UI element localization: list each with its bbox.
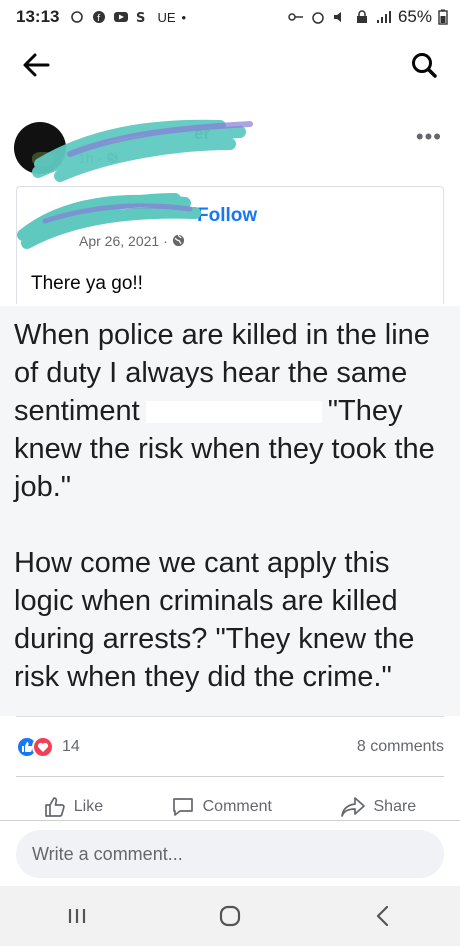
- comments-count[interactable]: 8 comments: [357, 738, 444, 756]
- divider: [16, 776, 444, 777]
- dot-icon: •: [181, 9, 187, 25]
- post-meta: 1h ·: [78, 150, 119, 166]
- post-header: er 1h · •••: [0, 110, 460, 182]
- redaction-block: [145, 401, 322, 424]
- comment-button[interactable]: Comment: [171, 796, 272, 818]
- redaction-scribble: [32, 119, 253, 182]
- back-nav-button[interactable]: [363, 896, 403, 936]
- post-time: 1h: [78, 150, 94, 166]
- like-button[interactable]: Like: [44, 796, 103, 818]
- chevron-left-icon: [377, 905, 389, 927]
- status-right-icons: 65%: [288, 7, 448, 27]
- divider: [0, 820, 460, 821]
- lock-icon: [356, 10, 367, 23]
- share-label: Share: [373, 798, 417, 815]
- carrier-tag: UE: [157, 9, 176, 25]
- quote-paragraph-2: How come we cant apply this logic when c…: [14, 547, 415, 693]
- heart-icon: [32, 736, 54, 758]
- like-label: Like: [73, 798, 104, 815]
- comment-input[interactable]: Write a comment...: [16, 830, 444, 878]
- comment-placeholder: Write a comment...: [32, 843, 183, 864]
- comment-icon: [172, 798, 193, 816]
- facebook-icon: f: [93, 11, 106, 24]
- youtube-icon: [114, 12, 129, 22]
- shared-post-text: There ya go!!: [31, 273, 143, 294]
- system-nav-bar: [0, 886, 460, 946]
- key-icon: [288, 13, 303, 21]
- status-bar: 13:13 f S UE • 65%: [0, 0, 460, 34]
- reaction-count: 14: [62, 738, 80, 755]
- comment-label: Comment: [202, 798, 272, 815]
- recent-apps-button[interactable]: [57, 896, 97, 936]
- globe-icon: [172, 234, 184, 247]
- recent-apps-icon: [68, 909, 85, 923]
- home-button[interactable]: [210, 896, 250, 936]
- top-nav: [0, 34, 460, 96]
- status-time: 13:13: [16, 7, 60, 26]
- search-button[interactable]: [406, 47, 442, 83]
- globe-icon: [106, 151, 119, 164]
- post: er 1h · ••• Follow Apr 26, 2021 · There …: [0, 110, 460, 821]
- search-icon: [412, 53, 437, 78]
- back-button[interactable]: [18, 47, 54, 83]
- battery-icon: [438, 9, 448, 25]
- more-options-button[interactable]: •••: [416, 124, 442, 150]
- action-bar: Like Comment Share: [0, 786, 460, 828]
- quote-image[interactable]: When police are killed in the line of du…: [0, 306, 460, 716]
- shared-meta: Apr 26, 2021 ·: [79, 233, 185, 249]
- app-icon: S: [136, 11, 145, 24]
- thumbs-up-icon: [44, 797, 65, 817]
- battery-level: 65%: [397, 7, 432, 26]
- shared-post[interactable]: Follow Apr 26, 2021 · There ya go!!: [16, 186, 444, 304]
- home-icon: [219, 905, 241, 927]
- reactions-bar[interactable]: 14 8 comments: [16, 734, 444, 760]
- signal-icon: [376, 11, 391, 23]
- author-name[interactable]: er: [194, 124, 210, 144]
- shared-date: Apr 26, 2021: [79, 233, 160, 249]
- card-border: [16, 716, 444, 717]
- avatar[interactable]: [14, 122, 66, 174]
- quote-paragraph-1: When police are killed in the line of du…: [14, 319, 435, 503]
- alarm-icon: [312, 12, 324, 24]
- arrow-left-icon: [23, 53, 50, 77]
- quote-text: When police are killed in the line of du…: [14, 316, 454, 734]
- mute-icon: [333, 12, 341, 22]
- share-button[interactable]: Share: [340, 796, 417, 818]
- status-left-icons: f S UE •: [69, 10, 186, 25]
- share-icon: [340, 797, 365, 817]
- follow-button[interactable]: Follow: [197, 205, 257, 227]
- svg-text:S: S: [136, 11, 145, 24]
- notification-icon: [71, 11, 84, 23]
